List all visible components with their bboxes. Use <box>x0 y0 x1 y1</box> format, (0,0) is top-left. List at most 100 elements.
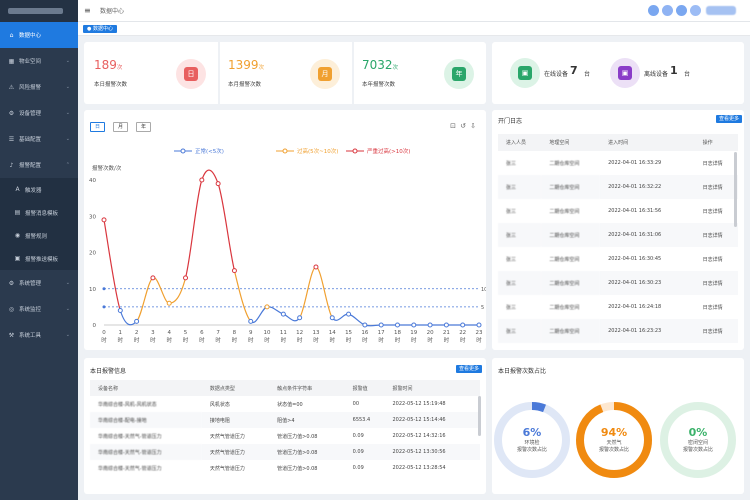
table-header-row: 设备名称 数据点类型 触点条件字符串 报警值 报警时间 <box>90 380 480 396</box>
notification-icon[interactable] <box>662 5 673 16</box>
settings-icon[interactable] <box>690 5 701 16</box>
table-row: 张三 二期仓库空间 2022-04-01 16:23:23 日志详情 <box>498 319 738 343</box>
data-point[interactable] <box>280 311 286 317</box>
sidebar-item-4[interactable]: ☰ 基础配置 ⌄ <box>0 126 78 152</box>
value-cell: 0.09 <box>352 465 364 471</box>
data-point[interactable] <box>134 318 140 324</box>
data-point[interactable] <box>394 322 400 328</box>
data-point[interactable] <box>231 268 237 274</box>
alarm-info-more-button[interactable]: 查看更多 <box>456 365 483 373</box>
door-log-more-button[interactable]: 查看更多 <box>716 115 743 123</box>
data-point[interactable] <box>150 275 156 281</box>
detail-link[interactable]: 日志详情 <box>694 319 738 343</box>
table-row: 张三 二期仓库空间 2022-04-01 16:31:06 日志详情 <box>498 223 738 247</box>
tag-data-center[interactable]: ● 数据中心 <box>83 25 117 33</box>
sidebar-item-label: 物业空间 <box>19 59 42 65</box>
sidebar-subitem-0[interactable]: A 触发器 <box>0 178 78 201</box>
data-point[interactable] <box>166 300 172 306</box>
x-tick-suffix: 时 <box>378 336 384 344</box>
detail-link[interactable]: 日志详情 <box>695 247 738 271</box>
user-avatar[interactable] <box>648 5 659 16</box>
detail-link[interactable]: 日志详情 <box>695 199 738 223</box>
door-log-scrollbar[interactable] <box>734 152 737 227</box>
alarm-info-scrollbar[interactable] <box>478 396 481 436</box>
sidebar-bottom-item-1[interactable]: ◎ 系统监控 ⌄ <box>0 296 78 322</box>
donut-name: 环境检 <box>524 440 540 446</box>
data-point[interactable] <box>443 322 449 328</box>
sidebar-item-5[interactable]: ♪ 报警配置 ⌃ <box>0 152 78 178</box>
data-point[interactable] <box>346 311 352 317</box>
person-cell: 张三 <box>506 160 517 167</box>
time-cell: 2022-04-01 12:27:40 <box>600 343 695 350</box>
condition-cell: 管道压力值>0.08 <box>277 433 318 440</box>
app-logo[interactable] <box>0 0 78 22</box>
series-segment <box>250 306 268 324</box>
data-point[interactable] <box>378 322 384 328</box>
x-tick-label: 5 <box>184 330 188 336</box>
data-point[interactable] <box>248 318 254 324</box>
legend-item-0[interactable]: 正常(<5次) <box>174 147 224 155</box>
data-point[interactable] <box>313 264 319 270</box>
calendar-icon: 日 <box>176 59 206 89</box>
value-cell: 00 <box>352 401 360 407</box>
alarm-chart-panel: 日月年 ⊡ ↺ ⇩ 正常(<5次) 过高(5次~10次) 严重过高(>10次) 报警次… <box>84 110 486 350</box>
type-cell: 天然气管道压力 <box>209 465 245 472</box>
condition-cell: 状态值=00 <box>277 401 303 408</box>
x-tick-suffix: 时 <box>395 336 401 344</box>
calendar-icon: 月 <box>310 59 340 89</box>
sidebar: ⌂ 数据中心 ▦ 物业空间 ⌄ ⚠ 风险报警 ⌄ ⚙ 设备管理 ⌄ ☰ 基础配置 ⌄ ♪ 报警配置 ⌃ A 触发器 ▤… <box>0 0 78 500</box>
data-point[interactable] <box>215 181 221 187</box>
time-cell: 2022-05-12 15:14:46 <box>384 412 480 428</box>
space-cell: 二期仓库空间 <box>549 160 580 167</box>
data-point[interactable] <box>460 322 466 328</box>
data-point[interactable] <box>427 322 433 328</box>
data-point[interactable] <box>101 217 107 223</box>
x-tick-suffix: 时 <box>362 336 368 344</box>
data-point[interactable] <box>264 304 270 310</box>
sidebar-subitem-1[interactable]: ▤ 报警消息模板 <box>0 201 78 224</box>
series-segment <box>266 306 284 315</box>
detail-link[interactable]: 日志详情 <box>694 223 738 247</box>
x-tick-label: 15 <box>345 330 352 336</box>
detail-link[interactable]: 日志详情 <box>695 151 738 175</box>
sidebar-subitem-3[interactable]: ▣ 报警推送模板 <box>0 247 78 270</box>
data-point[interactable] <box>297 315 303 321</box>
detail-link[interactable]: 日志详情 <box>695 343 738 350</box>
sidebar-subitem-label: 报警推送模板 <box>25 256 59 263</box>
donut-caption: 报警次数占比 <box>516 447 547 453</box>
data-point[interactable] <box>329 315 335 321</box>
legend-item-2[interactable]: 严重过高(>10次) <box>346 147 410 155</box>
time-cell: 2022-05-12 13:28:54 <box>392 465 446 471</box>
x-tick-label: 4 <box>167 330 171 336</box>
data-point[interactable] <box>362 322 368 328</box>
space-cell: 二期仓库空间 <box>549 256 580 263</box>
data-point[interactable] <box>411 322 417 328</box>
detail-link[interactable]: 日志详情 <box>694 271 738 295</box>
space-cell: 二期仓库空间 <box>541 223 601 247</box>
sidebar-item-3[interactable]: ⚙ 设备管理 ⌄ <box>0 100 78 126</box>
user-name[interactable] <box>706 6 736 15</box>
person-cell: 张三 <box>498 319 542 343</box>
sidebar-bottom-item-0[interactable]: ⚙ 系统管理 ⌄ <box>0 270 78 296</box>
sidebar-item-2[interactable]: ⚠ 风险报警 ⌄ <box>0 74 78 100</box>
sidebar-subitem-2[interactable]: ◉ 报警规则 <box>0 224 78 247</box>
alarm-info-title: 本日报警信息 <box>90 368 127 375</box>
x-tick-suffix: 时 <box>264 336 270 344</box>
data-point[interactable] <box>117 308 123 313</box>
series-segment <box>348 313 366 326</box>
sidebar-item-1[interactable]: ▦ 物业空间 ⌄ <box>0 48 78 74</box>
data-point[interactable] <box>199 177 205 183</box>
menu-toggle-icon[interactable]: ≡ <box>84 6 92 15</box>
detail-link[interactable]: 日志详情 <box>694 175 738 199</box>
stats-panel: 189次 本日报警次数日 1399次 本月报警次数月 7032次 本年报警次数年 <box>84 42 486 104</box>
table-row: 华南综合楼-配电-接地 接地电阻 阻值>4 6553.4 2022-05-12 15:1… <box>90 412 480 428</box>
data-point[interactable] <box>183 275 189 281</box>
data-point[interactable] <box>476 322 482 328</box>
time-cell: 2022-04-01 16:33:29 <box>608 160 662 166</box>
fullscreen-icon[interactable] <box>676 5 687 16</box>
sidebar-bottom-item-2[interactable]: ⚒ 系统工具 ⌄ <box>0 322 78 348</box>
sidebar-item-0[interactable]: ⌂ 数据中心 <box>0 22 78 48</box>
x-tick-label: 6 <box>200 330 204 336</box>
legend-item-1[interactable]: 过高(5次~10次) <box>276 147 338 155</box>
detail-link[interactable]: 日志详情 <box>695 295 738 319</box>
